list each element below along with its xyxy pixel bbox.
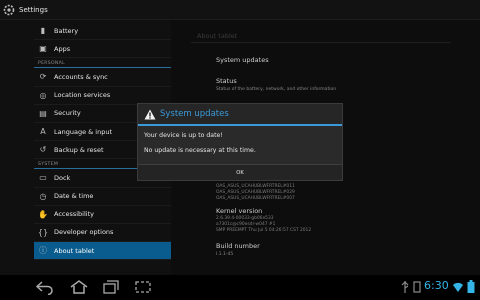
lock-icon: ▤	[39, 108, 47, 118]
language-icon: A	[40, 127, 46, 137]
pane-header: About tablet	[197, 32, 238, 40]
sidebar-item-label: Accounts & sync	[54, 72, 108, 81]
clock-icon: ◷	[39, 191, 47, 201]
sidebar-item-label: Apps	[54, 44, 71, 53]
system-updates-dialog: System updates Your device is up to date…	[137, 103, 343, 181]
settings-gear-icon	[3, 4, 15, 15]
battery-icon: ▮	[40, 26, 46, 36]
recent-apps-icon[interactable]	[100, 279, 122, 295]
location-icon: ◎	[39, 90, 47, 100]
title-bar: Settings	[0, 0, 480, 20]
accessibility-icon: ✋	[38, 209, 48, 219]
sidebar-item-developer[interactable]: {} Developer options	[34, 224, 171, 243]
sidebar-item-label: Security	[54, 109, 81, 118]
wifi-icon	[453, 282, 463, 292]
developer-icon: {}	[37, 227, 49, 237]
sidebar-item-battery[interactable]: ▮ Battery	[34, 22, 171, 41]
sidebar-item-apps[interactable]: ▣ Apps	[34, 40, 171, 59]
home-icon[interactable]	[68, 279, 90, 295]
sidebar-item-accounts-sync[interactable]: ⟳ Accounts & sync	[34, 68, 171, 87]
storage-icon	[413, 281, 421, 293]
warning-icon	[144, 109, 156, 119]
sidebar-item-label: About tablet	[54, 246, 95, 255]
build-line: OAS_ASUS_UCAHUBLWFRTREL#007	[216, 196, 295, 201]
apps-icon: ▣	[39, 44, 47, 54]
sidebar-item-label: Developer options	[54, 228, 114, 237]
section-header-personal: PERSONAL	[34, 58, 171, 69]
usb-icon	[401, 281, 409, 293]
build-lines: OAS_ASUS_UCAHUBLWFRTREL#011 OAS_ASUS_UCA…	[216, 184, 295, 202]
kernel-lines: 2.6.39.4-00033-gb06e533 a7301c@c90esdr-w…	[216, 216, 311, 234]
build-number-label: Build number	[216, 242, 260, 250]
app-title: Settings	[19, 5, 48, 14]
kernel-version-label: Kernel version	[216, 207, 263, 215]
system-updates-row[interactable]: System updates	[216, 56, 269, 64]
back-icon[interactable]	[34, 279, 56, 295]
sidebar-item-label: Location services	[54, 91, 111, 100]
ok-button[interactable]: OK	[138, 164, 342, 180]
sidebar-item-label: Dock	[54, 173, 71, 182]
system-nav-bar: 6:30	[0, 275, 480, 300]
build-number-row: Build number I.1.1-45	[216, 242, 260, 257]
sidebar-item-about-tablet[interactable]: ⓘ About tablet	[34, 242, 171, 261]
sidebar-item-label: Backup & reset	[54, 145, 104, 154]
dialog-message-no-update: No update is necessary at this time.	[144, 147, 256, 154]
dialog-header: System updates	[138, 104, 342, 126]
sidebar-item-accessibility[interactable]: ✋ Accessibility	[34, 206, 171, 224]
pane-header-divider	[191, 42, 451, 43]
battery-status-icon	[467, 280, 475, 293]
dialog-message-uptodate: Your device is up to date!	[144, 132, 223, 139]
sidebar-item-label: Accessibility	[54, 210, 94, 219]
screenshot-icon[interactable]	[132, 279, 154, 295]
sync-icon: ⟳	[39, 72, 47, 82]
sidebar-item-date-time[interactable]: ◷ Date & time	[34, 188, 171, 206]
status-row[interactable]: Status Status of the battery, network, a…	[216, 77, 336, 92]
info-icon: ⓘ	[39, 246, 47, 256]
dock-icon: ▭	[39, 173, 47, 183]
build-number-value: I.1.1-45	[216, 252, 234, 257]
sidebar-item-label: Date & time	[54, 192, 94, 201]
status-label: Status	[216, 77, 237, 85]
sidebar-item-label: Language & input	[54, 127, 112, 136]
kernel-version-row: Kernel version	[216, 207, 262, 215]
status-summary: Status of the battery, network, and othe…	[216, 87, 337, 92]
dialog-title: System updates	[160, 109, 229, 119]
kernel-line: SMP PREEMPT Thu Jul 5 04:26:57 CST 2012	[216, 228, 312, 233]
sidebar-item-label: Battery	[54, 26, 79, 35]
system-updates-label: System updates	[216, 56, 269, 64]
clock-time: 6:30	[424, 279, 449, 292]
backup-icon: ↺	[39, 145, 47, 155]
